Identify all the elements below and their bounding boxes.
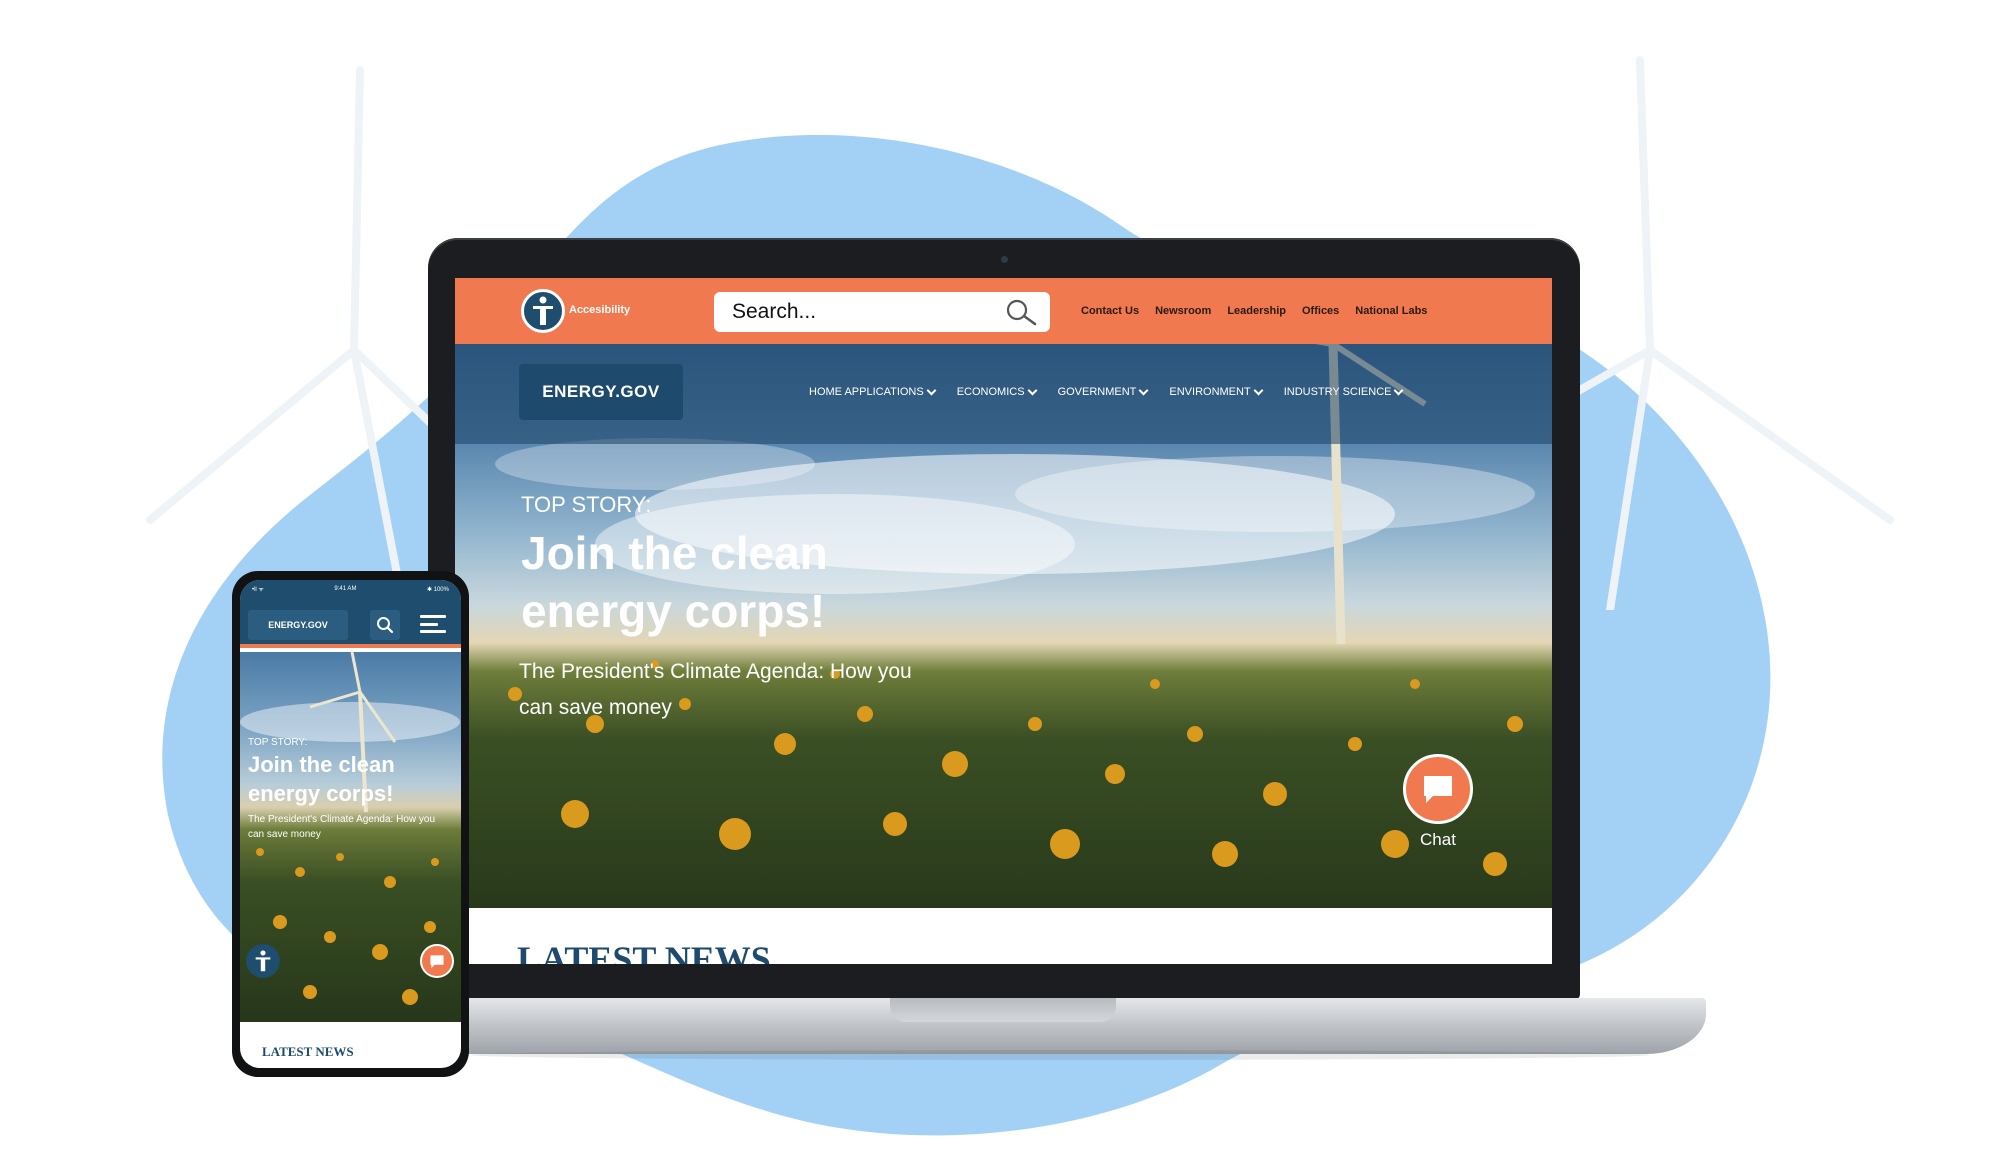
- nav-item-environment[interactable]: ENVIRONMENT: [1169, 385, 1264, 398]
- chevron-down-icon: [1138, 385, 1149, 395]
- chat-icon: [430, 954, 444, 968]
- utility-link-leadership[interactable]: Leadership: [1227, 305, 1286, 317]
- utility-link-offices[interactable]: Offices: [1302, 305, 1339, 317]
- accessibility-icon: [255, 950, 271, 972]
- accessibility-icon: [533, 296, 553, 325]
- top-story-title[interactable]: Join the clean energy corps!: [521, 524, 941, 640]
- nav-item-label: HOME APPLICATIONS: [809, 386, 924, 398]
- utility-link-newsroom[interactable]: Newsroom: [1155, 305, 1211, 317]
- phone-clock: 9:41 AM: [334, 586, 357, 592]
- latest-news-heading: LATEST NEWS: [517, 939, 771, 964]
- menu-icon[interactable]: [420, 612, 446, 636]
- chat-label[interactable]: Chat: [1407, 830, 1469, 850]
- nav-item-government[interactable]: GOVERNMENT: [1057, 385, 1149, 398]
- menu-line: [420, 622, 439, 626]
- phone-latest-news-heading: LATEST NEWS: [262, 1044, 354, 1059]
- menu-line: [420, 630, 446, 633]
- phone-site-logo[interactable]: ENERGY.GOV: [248, 610, 348, 640]
- phone-top-story-label: TOP STORY:: [248, 737, 308, 748]
- chevron-down-icon: [926, 385, 937, 395]
- main-nav: ENERGY.GOV HOME APPLICATIONS ECONOMICS G…: [455, 344, 1552, 444]
- search-icon: [377, 617, 394, 634]
- nav-item-home-applications[interactable]: HOME APPLICATIONS: [809, 385, 937, 398]
- chevron-down-icon: [1253, 385, 1264, 395]
- search-icon[interactable]: [1004, 298, 1038, 326]
- phone-accessibility-button[interactable]: [246, 944, 280, 978]
- nav-item-label: ECONOMICS: [956, 386, 1025, 398]
- menu-line: [420, 615, 446, 618]
- phone-search-button[interactable]: [370, 610, 400, 640]
- device-mockup-stage: Accesibility Search... Contact Us Newsro…: [0, 0, 1997, 1175]
- hero-banner: ENERGY.GOV HOME APPLICATIONS ECONOMICS G…: [455, 344, 1552, 908]
- phone-hero-banner: TOP STORY: Join the clean energy corps! …: [240, 652, 461, 1022]
- nav-item-label: INDUSTRY SCIENCE: [1283, 386, 1392, 398]
- laptop-screen: Accesibility Search... Contact Us Newsro…: [455, 278, 1552, 964]
- search-placeholder: Search...: [732, 300, 817, 323]
- utility-links: Contact Us Newsroom Leadership Offices N…: [1081, 305, 1427, 317]
- accessibility-label[interactable]: Accesibility: [569, 304, 630, 316]
- accessibility-button[interactable]: [521, 289, 565, 333]
- chat-button[interactable]: [1403, 754, 1473, 824]
- signal-indicator: •ll ᯤ: [252, 587, 264, 593]
- utility-bar: Accesibility Search... Contact Us Newsro…: [455, 278, 1552, 344]
- nav-item-label: GOVERNMENT: [1057, 386, 1137, 398]
- utility-link-national-labs[interactable]: National Labs: [1355, 305, 1427, 317]
- site-logo[interactable]: ENERGY.GOV: [519, 364, 683, 420]
- nav-item-economics[interactable]: ECONOMICS: [956, 385, 1038, 398]
- phone-chat-button[interactable]: [420, 944, 454, 978]
- nav-item-label: ENVIRONMENT: [1169, 386, 1251, 398]
- nav-item-industry-science[interactable]: INDUSTRY SCIENCE: [1283, 385, 1404, 398]
- laptop-notch: [890, 998, 1116, 1022]
- nav-menu: HOME APPLICATIONS ECONOMICS GOVERNMENT E…: [809, 385, 1404, 398]
- top-story-label: TOP STORY:: [521, 492, 652, 517]
- search-input[interactable]: Search...: [714, 292, 1050, 332]
- phone-screen: •ll ᯤ 9:41 AM ✱ 100% ENERGY.GOV TOP STOR…: [240, 580, 461, 1068]
- chevron-down-icon: [1394, 385, 1404, 395]
- laptop-camera: [1001, 256, 1008, 263]
- phone-top-story-title[interactable]: Join the clean energy corps!: [248, 750, 448, 808]
- chat-icon: [1424, 776, 1452, 803]
- phone-status-bar: •ll ᯤ 9:41 AM ✱ 100%: [240, 580, 461, 598]
- chevron-down-icon: [1027, 385, 1038, 395]
- phone-header: ENERGY.GOV: [240, 598, 461, 648]
- utility-link-contact-us[interactable]: Contact Us: [1081, 305, 1139, 317]
- phone-top-story-subtitle[interactable]: The President's Climate Agenda: How you …: [248, 812, 448, 842]
- battery-indicator: ✱ 100%: [426, 586, 449, 593]
- top-story-subtitle[interactable]: The President's Climate Agenda: How you …: [519, 654, 919, 726]
- laptop-shadow: [470, 1050, 1650, 1060]
